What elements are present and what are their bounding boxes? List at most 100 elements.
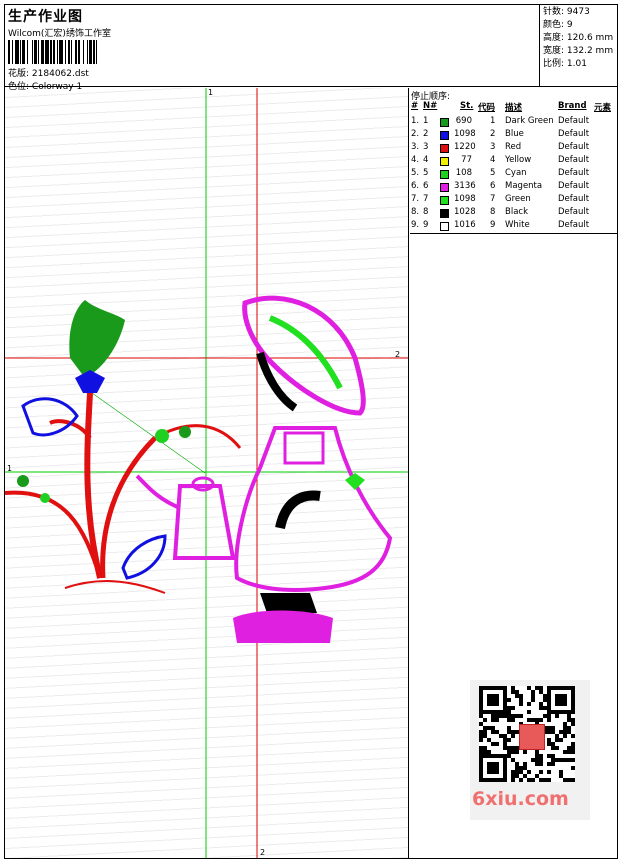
cell-desc: Cyan: [505, 168, 527, 178]
studio-name: Wilcom(汇宏)绣饰工作室: [8, 29, 111, 39]
cell-stitches: 1098: [454, 129, 476, 139]
pattern-value: 2184062.dst: [31, 69, 89, 79]
color-swatch: [440, 183, 449, 192]
marker-top: 1: [208, 88, 214, 97]
dress-apron: [283, 431, 325, 465]
cell-n: 8: [423, 207, 429, 217]
marker-right: 2: [395, 350, 401, 359]
girl-dress: [234, 426, 393, 592]
stat-stitches: 针数: 9473: [543, 7, 590, 17]
cell-stitches: 3136: [454, 181, 476, 191]
table-row: 6. 6 3136 6 Magenta Default: [410, 181, 618, 194]
table-row: 1. 1 690 1 Dark Green Default: [410, 116, 618, 129]
color-swatch: [440, 144, 449, 153]
cell-n: 6: [423, 181, 429, 191]
cell-index: 7.: [411, 194, 420, 204]
stat-scale: 比例: 1.01: [543, 59, 587, 69]
ground-grass: [64, 580, 166, 594]
tulip-flower: [69, 300, 125, 378]
marker-left: 1: [7, 464, 13, 473]
cell-code: 2: [490, 129, 496, 139]
cell-desc: Magenta: [505, 181, 543, 191]
page-title: 生产作业图: [8, 9, 83, 25]
watermark-site: 6xiu.com: [472, 788, 569, 810]
cell-stitches: 690: [455, 116, 472, 126]
watermark-logo: 6xiu.com: [470, 680, 590, 820]
table-row: 2. 2 1098 2 Blue Default: [410, 129, 618, 142]
cell-desc: Green: [505, 194, 531, 204]
cell-index: 5.: [411, 168, 420, 178]
cell-code: 8: [490, 207, 496, 217]
marker-bottom: 2: [260, 848, 266, 857]
cell-desc: Black: [505, 207, 528, 217]
cell-brand: Default: [558, 142, 590, 152]
cell-index: 1.: [411, 116, 420, 126]
col-stitches: St.: [460, 101, 474, 111]
cell-index: 2.: [411, 129, 420, 139]
cell-n: 1: [423, 116, 429, 126]
cell-desc: Red: [505, 142, 522, 152]
leaf-upper: [21, 397, 79, 437]
col-brand: Brand: [558, 101, 587, 111]
table-row: 9. 9 1016 9 White Default: [410, 220, 618, 233]
cell-brand: Default: [558, 129, 590, 139]
design-canvas: 1 1 2 2: [5, 88, 409, 858]
cell-n: 4: [423, 155, 429, 165]
qr-code: [479, 686, 575, 782]
col-code: 代码: [478, 103, 496, 113]
cell-code: 1: [490, 116, 496, 126]
stat-colors: 颜色: 9: [543, 20, 573, 30]
cell-desc: Dark Green: [505, 116, 554, 126]
cell-n: 7: [423, 194, 429, 204]
color-swatch: [440, 118, 449, 127]
cell-brand: Default: [558, 116, 590, 126]
cell-code: 5: [490, 168, 496, 178]
header-info: 生产作业图 Wilcom(汇宏)绣饰工作室 花版: 2184062.dst 色位…: [5, 5, 540, 92]
color-swatch: [440, 196, 449, 205]
cell-desc: Blue: [505, 129, 524, 139]
watering-can-spout: [135, 474, 181, 510]
cell-brand: Default: [558, 194, 590, 204]
cell-brand: Default: [558, 207, 590, 217]
cell-index: 6.: [411, 181, 420, 191]
cell-n: 9: [423, 220, 429, 230]
leaf-lower: [121, 534, 167, 580]
color-swatch: [440, 222, 449, 231]
cell-index: 4.: [411, 155, 420, 165]
table-row: 8. 8 1028 8 Black Default: [410, 207, 618, 220]
girl-arm: [275, 490, 321, 530]
cell-index: 3.: [411, 142, 420, 152]
color-swatch: [440, 131, 449, 140]
col-desc: 描述: [505, 103, 523, 113]
stat-height: 高度: 120.6 mm: [543, 33, 614, 43]
col-element: 元素: [594, 103, 612, 113]
color-swatch: [440, 170, 449, 179]
sprig-3: [17, 475, 29, 487]
table-row: 7. 7 1098 7 Green Default: [410, 194, 618, 207]
cell-code: 4: [490, 155, 496, 165]
cell-brand: Default: [558, 181, 590, 191]
cell-brand: Default: [558, 220, 590, 230]
table-row: 3. 3 1220 3 Red Default: [410, 142, 618, 155]
bow: [345, 473, 365, 490]
cell-brand: Default: [558, 168, 590, 178]
cell-stitches: 1220: [454, 142, 476, 152]
table-row: 4. 4 77 4 Yellow Default: [410, 155, 618, 168]
cell-n: 5: [423, 168, 429, 178]
col-n: N#: [423, 101, 438, 111]
cell-index: 8.: [411, 207, 420, 217]
stop-sequence-panel: 停止顺序: # N# St. 代码 描述 Brand 元素 1. 1 690 1 Dar…: [410, 88, 618, 234]
color-swatch: [440, 209, 449, 218]
embroidery-design: [5, 88, 408, 858]
girl-shoes: [260, 593, 317, 613]
barcode-image: [8, 40, 144, 64]
col-index: #: [411, 101, 419, 111]
cell-stitches: 1028: [454, 207, 476, 217]
cell-code: 6: [490, 181, 496, 191]
cell-code: 7: [490, 194, 496, 204]
bonnet-ribbon: [268, 315, 343, 390]
cell-n: 3: [423, 142, 429, 152]
flower-calyx: [75, 370, 105, 393]
stat-width: 宽度: 132.2 mm: [543, 46, 614, 56]
sprig-2: [179, 426, 191, 438]
